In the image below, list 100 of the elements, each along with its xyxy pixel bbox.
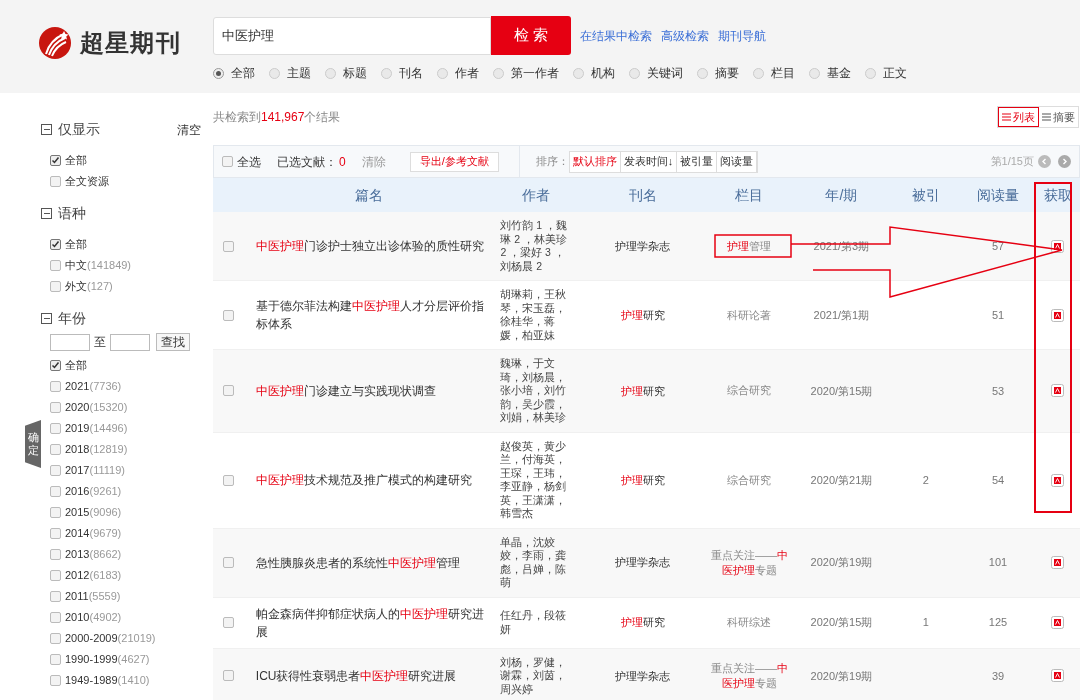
facet-option[interactable]: 2018(12819) <box>65 440 128 458</box>
facet-option[interactable]: 2021(7736) <box>65 377 122 395</box>
article-title[interactable]: 急性胰腺炎患者的系统性中医护理管理 <box>255 553 488 572</box>
column-name: 科研论著 <box>727 307 772 323</box>
search-field-radio[interactable]: 基金 <box>809 64 851 82</box>
citation-count: 2 <box>922 473 929 486</box>
column-name: 科研综述 <box>727 615 772 630</box>
facet-option[interactable]: 2020(15320) <box>65 398 128 416</box>
journal-name[interactable]: 护理研究 <box>620 384 665 397</box>
journal-name[interactable]: 护理研究 <box>620 616 665 629</box>
author-list[interactable]: 魏琳，于文琦，刘杨晨，张小培，刘竹韵，吴少霞，刘娟，林美珍 <box>500 357 571 425</box>
author-list[interactable]: 刘杨，罗健，谢霖，刘茵，周兴婷 <box>500 655 571 696</box>
journal-name[interactable]: 护理研究 <box>620 308 665 321</box>
result-count: 共检索到141,967个结果 <box>213 109 341 126</box>
column-header[interactable]: 篇名 <box>355 186 384 203</box>
confirm-tab[interactable]: 确定 <box>25 420 41 468</box>
find-button[interactable]: 查找 <box>156 333 190 351</box>
issue-cell: 2020/第19期 <box>810 669 873 682</box>
facet-title: 语种 <box>58 204 86 223</box>
facet-option[interactable]: 1990-1999(4627) <box>65 650 150 668</box>
search-field-radio[interactable]: 正文 <box>865 64 907 82</box>
article-title[interactable]: 中医护理门诊建立与实践现状调查 <box>255 381 488 400</box>
article-title[interactable]: 中医护理门诊护士独立出诊体验的质性研究 <box>255 237 488 255</box>
author-list[interactable]: 刘竹韵 1 ，魏琳 2 ，林美珍 2 ，梁好 3 ，刘杨晨 2 <box>500 219 571 273</box>
search-field-radio[interactable]: 刊名 <box>381 64 423 82</box>
facet-option[interactable]: 中文(141849) <box>65 256 132 274</box>
facet-option[interactable]: 1949-1989(1410) <box>65 671 150 689</box>
article-title[interactable]: 帕金森病伴抑郁症状病人的中医护理研究进展 <box>255 604 488 641</box>
facet-option[interactable]: 全部 <box>65 235 87 253</box>
facet-title: 年份 <box>58 309 86 328</box>
facet-option[interactable]: 外文(127) <box>65 277 113 295</box>
author-list[interactable]: 胡琳莉，王秋琴，宋玉磊，徐桂华，蒋媛，柏亚妹 <box>500 288 571 342</box>
search-field-radio[interactable]: 机构 <box>573 64 615 82</box>
search-field-radio[interactable]: 第一作者 <box>493 64 559 82</box>
facet-option[interactable]: 2014(9679) <box>65 524 122 542</box>
facet-option[interactable]: 全部 <box>65 151 87 169</box>
clear-link[interactable]: 清空 <box>177 120 201 139</box>
view-toggle[interactable]: 摘要 <box>1039 107 1078 127</box>
issue-cell: 2020/第15期 <box>810 616 873 629</box>
read-count: 51 <box>991 308 1005 321</box>
facet-option[interactable]: 2012(6183) <box>65 566 122 584</box>
column-header[interactable]: 刊名 <box>628 186 657 203</box>
citation-count: 1 <box>922 616 929 629</box>
column-header[interactable]: 栏目 <box>735 186 764 203</box>
facet-option[interactable]: 2016(9261) <box>65 482 122 500</box>
sort-option[interactable]: 发表时间↓ <box>620 151 678 172</box>
sort-option[interactable]: 默认排序 <box>569 151 621 172</box>
search-field-radio[interactable]: 主题 <box>269 64 311 82</box>
issue-cell: 2021/第1期 <box>813 308 870 321</box>
search-link[interactable]: 在结果中检索 <box>580 26 652 45</box>
column-name: 重点关注——中医护理专题 <box>709 660 789 691</box>
search-field-radio[interactable]: 栏目 <box>753 64 795 82</box>
facet-option[interactable]: 全部 <box>65 356 87 374</box>
facet-option[interactable]: 2010(4902) <box>65 608 122 626</box>
facet-title: 仅显示 <box>58 120 100 139</box>
column-header[interactable]: 阅读量 <box>976 186 1019 203</box>
sort-option[interactable]: 阅读量 <box>717 151 758 172</box>
journal-name[interactable]: 护理学杂志 <box>615 556 671 569</box>
column-header[interactable]: 作者 <box>521 186 550 203</box>
search-field-radio[interactable]: 作者 <box>437 64 479 82</box>
facet-option[interactable]: 2011(5559) <box>65 587 121 605</box>
search-link[interactable]: 期刊导航 <box>718 26 766 45</box>
search-field-radio[interactable]: 全部 <box>213 64 255 82</box>
facet-option[interactable]: 2019(14496) <box>65 419 128 437</box>
logo-text: 超星期刊 <box>80 27 181 58</box>
view-toggle[interactable]: 列表 <box>998 107 1039 127</box>
sort-option[interactable]: 被引量 <box>677 151 718 172</box>
export-button[interactable]: 导出/参考文献 <box>409 151 499 172</box>
read-count: 54 <box>991 473 1005 486</box>
facet-option[interactable]: 全文资源 <box>65 172 109 190</box>
search-field-radio[interactable]: 标题 <box>325 64 367 82</box>
facet-option[interactable]: 2013(8662) <box>65 545 122 563</box>
read-count: 125 <box>988 616 1008 629</box>
facet-option[interactable]: 2015(9096) <box>65 503 122 521</box>
facet-option[interactable]: 2000-2009(21019) <box>65 629 156 647</box>
search-field-radio[interactable]: 摘要 <box>697 64 739 82</box>
select-all-label[interactable]: 全选 <box>237 152 261 171</box>
author-list[interactable]: 单晶，沈姣姣，李雨，龚彪，吕婵，陈萌 <box>500 535 571 590</box>
article-title[interactable]: 中医护理技术规范及推广模式的构建研究 <box>255 471 488 489</box>
range-separator: 至 <box>94 334 106 351</box>
issue-cell: 2020/第19期 <box>810 556 873 569</box>
search-field-radio[interactable]: 关键词 <box>629 64 683 82</box>
journal-name[interactable]: 护理研究 <box>620 473 665 486</box>
search-link[interactable]: 高级检索 <box>661 26 709 45</box>
search-button[interactable]: 检 索 <box>491 16 571 55</box>
facet-option[interactable]: 2017(11119) <box>65 461 125 479</box>
read-count: 57 <box>991 239 1005 252</box>
journal-name[interactable]: 护理学杂志 <box>615 239 671 252</box>
search-field[interactable]: 中医护理 <box>213 16 491 55</box>
author-list[interactable]: 任红丹，段筱妍 <box>500 609 571 636</box>
column-header[interactable]: 年/期 <box>825 186 858 203</box>
column-header[interactable]: 被引 <box>911 186 940 203</box>
article-title[interactable]: 基于德尔菲法构建中医护理人才分层评价指标体系 <box>255 297 488 333</box>
selected-count: 已选文献： 0 <box>277 153 346 171</box>
page-indicator: 第1/15页 <box>990 154 1034 170</box>
journal-name[interactable]: 护理学杂志 <box>615 669 671 682</box>
column-header[interactable]: 获取 <box>1043 186 1072 203</box>
read-count: 39 <box>991 669 1005 682</box>
author-list[interactable]: 赵俊英，黄少兰，付海英，王琛，王玮，李亚静，杨剑英，王潇潇，韩雪杰 <box>500 439 571 521</box>
article-title[interactable]: ICU获得性衰弱患者中医护理研究进展 <box>255 666 488 685</box>
